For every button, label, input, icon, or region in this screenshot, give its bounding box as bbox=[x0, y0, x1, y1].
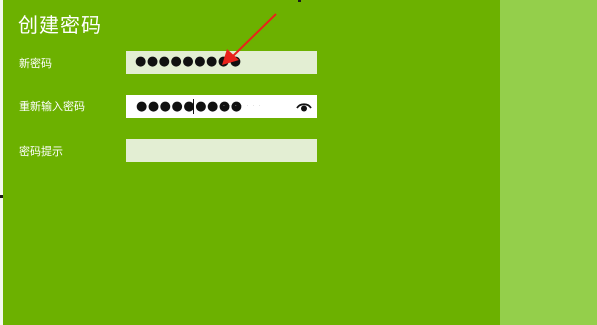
text-caret bbox=[193, 99, 194, 114]
placeholder-dots: ······· bbox=[223, 103, 265, 110]
resize-handle[interactable] bbox=[0, 195, 3, 198]
new-password-label: 新密码 bbox=[19, 57, 52, 70]
password-hint-label: 密码提示 bbox=[19, 145, 63, 158]
new-password-field[interactable]: ●●●●●●●●● bbox=[126, 51, 317, 74]
eye-icon[interactable] bbox=[296, 99, 312, 115]
reenter-password-label: 重新输入密码 bbox=[19, 100, 85, 113]
resize-handle-top[interactable] bbox=[298, 0, 301, 2]
dialog-title: 创建密码 bbox=[18, 13, 102, 37]
new-password-value: ●●●●●●●●● bbox=[135, 54, 242, 69]
reenter-password-field[interactable]: ●●●●●●●●● ······· bbox=[126, 95, 317, 118]
password-hint-field[interactable] bbox=[126, 139, 317, 162]
side-panel bbox=[500, 0, 597, 325]
window-left-edge bbox=[0, 0, 3, 325]
